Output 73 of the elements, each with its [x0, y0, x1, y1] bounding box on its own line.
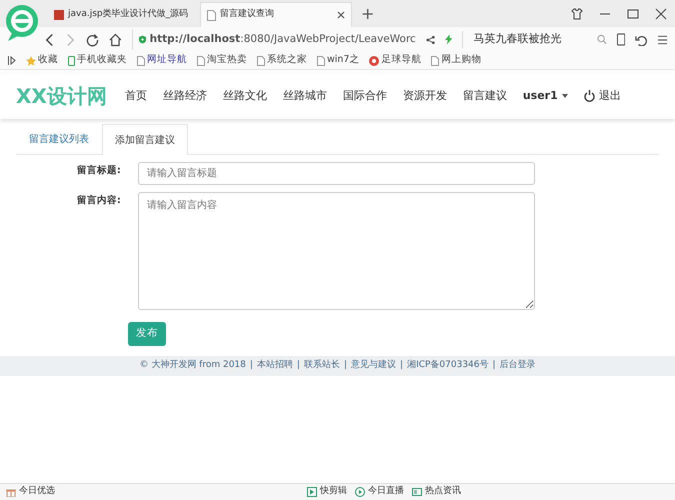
- status-link[interactable]: 快剪辑: [307, 485, 347, 499]
- separator: |: [296, 359, 300, 372]
- status-link[interactable]: 今日优选: [6, 485, 55, 499]
- undo-icon[interactable]: [635, 34, 648, 46]
- page-icon: [317, 56, 325, 66]
- page-icon: [207, 10, 216, 20]
- input-field[interactable]: 请输入留言标题: [138, 162, 535, 185]
- home-icon[interactable]: [108, 32, 122, 46]
- bookmark-link[interactable]: 收藏: [26, 53, 58, 68]
- separator: |: [344, 359, 348, 372]
- page-icon: [197, 56, 205, 66]
- logout-link[interactable]: 退出: [584, 88, 621, 104]
- search-icon[interactable]: [596, 34, 607, 45]
- nav-link[interactable]: 首页: [124, 88, 147, 104]
- bookmark-link[interactable]: 淘宝热卖: [197, 53, 247, 68]
- ball-icon: [369, 56, 380, 66]
- footer-link[interactable]: 湘ICP备0703346号: [407, 359, 489, 372]
- bookmark-link[interactable]: 网上购物: [431, 53, 482, 68]
- separator: |: [400, 359, 404, 372]
- field-label: 留言标题:: [76, 164, 122, 178]
- shield-icon: [138, 34, 146, 45]
- phone-icon: [68, 56, 75, 66]
- news-icon: [412, 487, 422, 497]
- footer-link[interactable]: 联系站长: [304, 359, 340, 372]
- nav-link[interactable]: 丝路文化: [222, 88, 267, 104]
- status-link[interactable]: 热点资讯: [412, 485, 461, 499]
- close-icon[interactable]: [337, 11, 345, 19]
- caret-icon: [562, 94, 568, 98]
- footer-link[interactable]: 本站招聘: [256, 359, 293, 372]
- bookmark-link[interactable]: 足球导航: [369, 53, 422, 68]
- separator: |: [250, 359, 253, 372]
- footer-link[interactable]: 后台登录: [500, 359, 536, 372]
- bookmark-link[interactable]: 手机收藏夹: [68, 53, 127, 68]
- nav-link[interactable]: 留言建议: [462, 88, 507, 104]
- new-tab-button[interactable]: +: [360, 5, 376, 23]
- browser-tab[interactable]: 留言建议查询: [200, 2, 352, 27]
- nav-link[interactable]: 丝路经济: [162, 88, 207, 104]
- tablet-icon[interactable]: [616, 33, 626, 46]
- status-link[interactable]: 今日直播: [355, 485, 404, 499]
- play-icon: [355, 487, 365, 497]
- power-icon: [584, 90, 595, 102]
- shirt-icon[interactable]: [571, 8, 583, 20]
- tab[interactable]: 留言建议列表: [16, 124, 102, 154]
- nav-link[interactable]: 资源开发: [402, 88, 447, 104]
- textarea-field[interactable]: 请输入留言内容: [138, 192, 535, 310]
- lightning-icon[interactable]: [444, 34, 452, 45]
- page-icon: [137, 56, 145, 66]
- clip-icon: [307, 487, 317, 497]
- nav-link[interactable]: 丝路城市: [282, 88, 327, 104]
- footer-link[interactable]: 意见与建议: [351, 359, 396, 372]
- close-icon[interactable]: [655, 8, 667, 20]
- page-icon: [431, 56, 440, 66]
- separator: |: [492, 359, 496, 372]
- share-icon[interactable]: [426, 34, 435, 44]
- bookmark-link[interactable]: 网址导航: [137, 53, 187, 68]
- page-icon: [257, 56, 265, 66]
- field-label: 留言内容:: [76, 194, 122, 208]
- footer-text: © 大神开发网 from 2018: [139, 359, 246, 372]
- browser-tab[interactable]: java.jsp类毕业设计代做_源码: [48, 2, 200, 27]
- user-menu[interactable]: user1: [522, 88, 568, 104]
- nav-link[interactable]: 国际合作: [342, 88, 387, 104]
- back-icon[interactable]: [44, 32, 55, 46]
- address-field[interactable]: http://localhost:8080/JavaWebProject/LeaveWorc: [132, 29, 416, 50]
- menu-icon[interactable]: [658, 34, 668, 44]
- search-field[interactable]: 马英九春联被抢光: [462, 31, 587, 48]
- sidebar-toggle-icon[interactable]: [8, 56, 16, 65]
- maximize-icon[interactable]: [627, 8, 639, 20]
- star-icon: [26, 56, 36, 66]
- bookmark-link[interactable]: 系统之家: [257, 53, 307, 68]
- bookmark-link[interactable]: win7之: [317, 53, 360, 68]
- reload-icon[interactable]: [86, 32, 99, 46]
- page-icon: [54, 10, 64, 20]
- tab[interactable]: 添加留言建议: [102, 124, 188, 155]
